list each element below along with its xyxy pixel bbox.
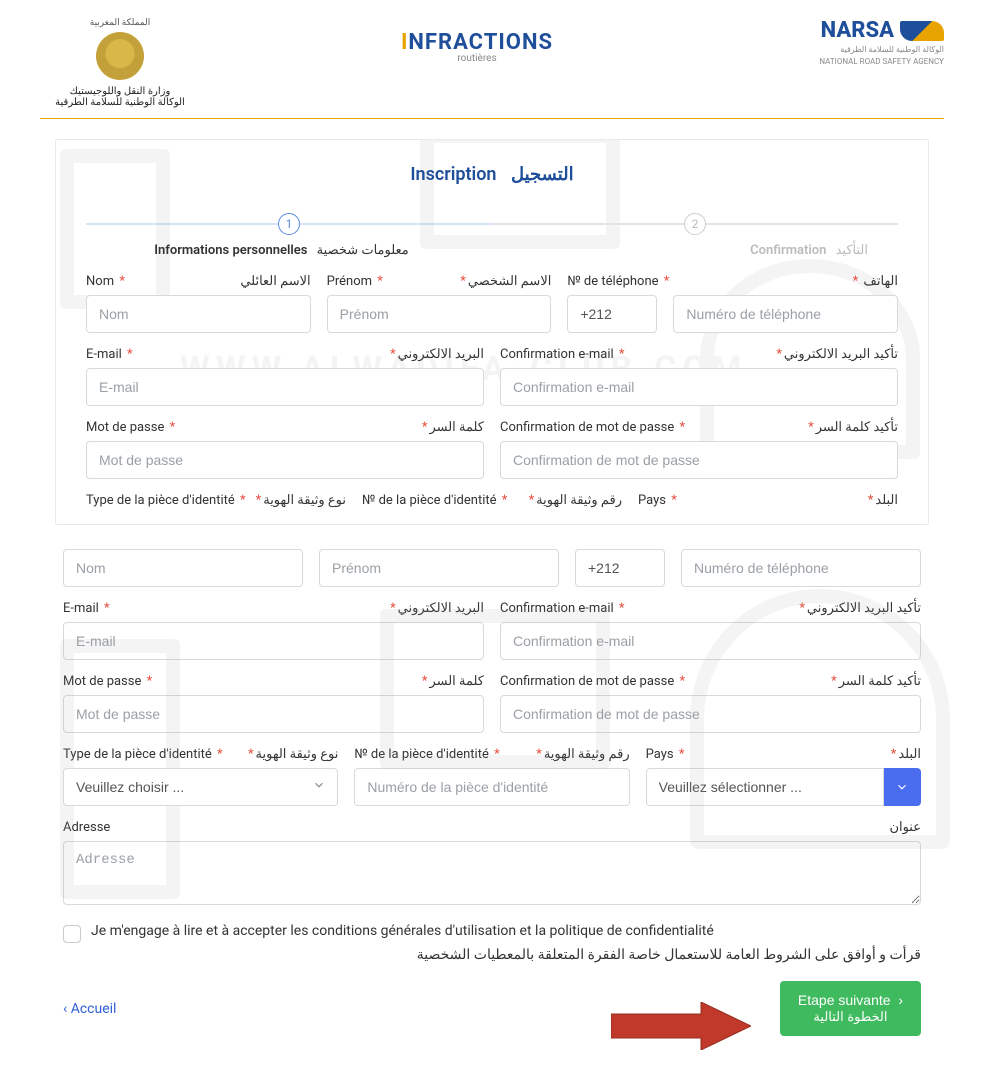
telephone-input-2[interactable] (681, 549, 921, 587)
field-idnum: № de la pièce d'identité * رقم وثيقة اله… (354, 747, 629, 806)
home-link[interactable]: ‹ Accueil (63, 1001, 116, 1017)
password-input[interactable] (86, 441, 484, 479)
narsa-sub-ar: الوكالة الوطنية للسلامة الطرقية (754, 45, 944, 55)
narsa-sub-en: NATIONAL ROAD SAFETY AGENCY (754, 57, 944, 67)
form-lower: E-mail * البريد الالكتروني* Confirmation… (55, 549, 929, 1036)
dialcode-input[interactable] (567, 295, 657, 333)
confirm-password-input[interactable] (500, 441, 898, 479)
pays-dropdown-button[interactable] (884, 768, 921, 806)
nom-input-2[interactable] (63, 549, 303, 587)
field-idtype: Type de la pièce d'identité * نوع وثيقة … (63, 747, 338, 806)
kingdom-label: المملكة المغربية (40, 18, 200, 28)
stepper: 1 2 (86, 213, 898, 235)
registration-card: Inscription التسجيل 1 2 Informations per… (55, 139, 929, 525)
field-email-2: E-mail * البريد الالكتروني* (63, 601, 484, 660)
consent-checkbox[interactable] (63, 925, 81, 943)
emblem-icon (96, 32, 144, 80)
telephone-input[interactable] (673, 295, 898, 333)
field-dialcode: № de téléphone * (567, 274, 657, 333)
field-email: E-mail * البريد الالكتروني* (86, 347, 484, 406)
prenom-input[interactable] (327, 295, 552, 333)
footer-nav: ‹ Accueil Etape suivante › الخطوة التالي… (63, 981, 921, 1036)
logo-narsa: NARSA الوكالة الوطنية للسلامة الطرقية NA… (754, 18, 944, 66)
field-telephone-2 (681, 549, 921, 587)
field-dialcode-2 (575, 549, 665, 587)
idnum-input[interactable] (354, 768, 629, 806)
consent-text-ar: قرأت و أوافق على الشروط العامة للاستعمال… (91, 947, 921, 963)
agency-label: الوكالة الوطنية للسلامة الطرقية (40, 97, 200, 108)
field-confirm-password-2: Confirmation de mot de passe * تأكيد كلم… (500, 674, 921, 733)
confirm-email-input[interactable] (500, 368, 898, 406)
adresse-input[interactable] (63, 841, 921, 905)
narsa-wing-icon (900, 21, 944, 41)
header: المملكة المغربية وزارة النقل واللوجيستيك… (0, 0, 984, 118)
step-labels: Informations personnelles معلومات شخصية … (86, 243, 898, 258)
step-2-circle: 2 (684, 213, 706, 235)
consent-text-fr: Je m'engage à lire et à accepter les con… (91, 923, 714, 939)
field-prenom-2 (319, 549, 559, 587)
field-idnum-label-top: № de la pièce d'identité * رقم وثيقة اله… (362, 493, 622, 514)
field-adresse: Adresse عنوان (63, 820, 921, 909)
nom-input[interactable] (86, 295, 311, 333)
logo-ministry: المملكة المغربية وزارة النقل واللوجيستيك… (40, 18, 200, 108)
email-input[interactable] (86, 368, 484, 406)
field-confirm-password: Confirmation de mot de passe * تأكيد كلم… (500, 420, 898, 479)
email-input-2[interactable] (63, 622, 484, 660)
brand-text: INFRACTIONS (401, 30, 553, 55)
step-1: 1 (86, 213, 492, 235)
page-title: Inscription التسجيل (86, 164, 898, 185)
logo-infractions: INFRACTIONS routières (401, 18, 553, 64)
field-password-2: Mot de passe * كلمة السر* (63, 674, 484, 733)
field-telephone: الهاتف * (673, 274, 898, 333)
chevron-left-icon: ‹ (63, 1001, 67, 1017)
step-1-label: Informations personnelles معلومات شخصية (86, 243, 477, 258)
field-nom-2 (63, 549, 303, 587)
ministry-label: وزارة النقل واللوجيستيك (40, 86, 200, 97)
field-confirm-email-2: Confirmation e-mail * تأكيد البريد الالك… (500, 601, 921, 660)
field-pays-label-top: Pays * البلد* (638, 493, 898, 514)
confirm-password-input-2[interactable] (500, 695, 921, 733)
confirm-email-input-2[interactable] (500, 622, 921, 660)
field-password: Mot de passe * كلمة السر* (86, 420, 484, 479)
narsa-text: NARSA (754, 18, 944, 43)
field-pays: Pays * البلد* (646, 747, 921, 806)
field-prenom: Prénom * الاسم الشخصي* (327, 274, 552, 333)
step-2: 2 (492, 213, 898, 235)
chevron-down-icon (895, 780, 909, 794)
title-ar: التسجيل (511, 164, 574, 185)
chevron-right-icon: › (898, 992, 903, 1008)
password-input-2[interactable] (63, 695, 484, 733)
step-2-label: Confirmation التأكيد (477, 243, 898, 258)
red-arrow-icon (611, 1002, 751, 1050)
pays-select[interactable] (646, 768, 884, 806)
field-confirm-email: Confirmation e-mail * تأكيد البريد الالك… (500, 347, 898, 406)
consent-row[interactable]: Je m'engage à lire et à accepter les con… (63, 923, 921, 943)
prenom-input-2[interactable] (319, 549, 559, 587)
step-1-circle: 1 (278, 213, 300, 235)
dialcode-input-2[interactable] (575, 549, 665, 587)
field-nom: Nom * الاسم العائلي (86, 274, 311, 333)
next-step-button[interactable]: Etape suivante › الخطوة التالية (780, 981, 921, 1036)
title-fr: Inscription (410, 164, 496, 185)
idtype-select[interactable] (63, 768, 338, 806)
header-divider (40, 118, 944, 119)
field-idtype-label-top: Type de la pièce d'identité * نوع وثيقة … (86, 493, 346, 514)
